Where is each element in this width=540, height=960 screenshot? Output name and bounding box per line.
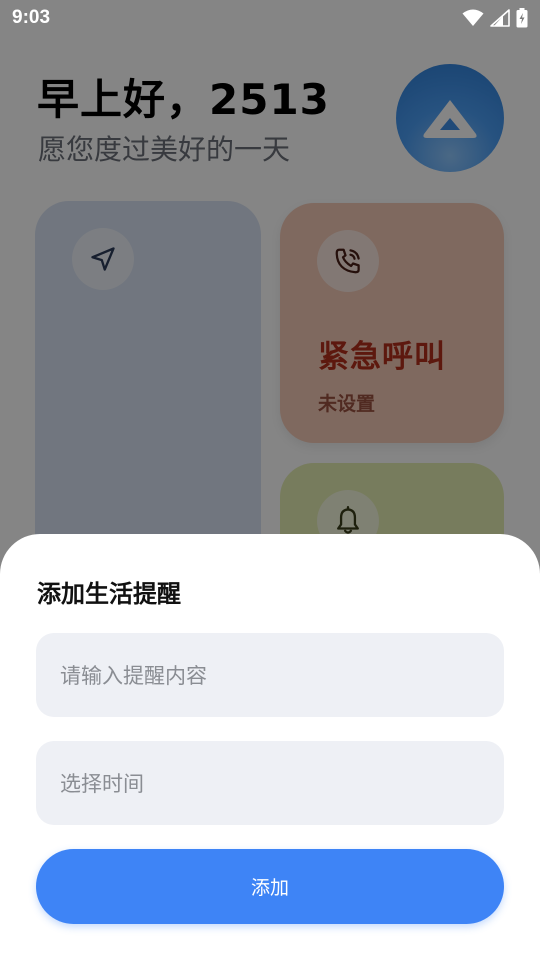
signal-icon xyxy=(490,9,510,27)
reminder-time-picker[interactable]: 选择时间 xyxy=(36,741,504,825)
reminder-content-input[interactable]: 请输入提醒内容 xyxy=(36,633,504,717)
add-reminder-button[interactable]: 添加 xyxy=(36,849,504,924)
add-reminder-sheet: 添加生活提醒 请输入提醒内容 选择时间 添加 xyxy=(0,534,540,960)
status-icons xyxy=(462,8,528,28)
wifi-icon xyxy=(462,9,484,26)
status-bar: 9:03 xyxy=(0,0,540,36)
battery-icon xyxy=(516,8,528,28)
status-time: 9:03 xyxy=(12,7,51,28)
sheet-title: 添加生活提醒 xyxy=(37,580,181,608)
